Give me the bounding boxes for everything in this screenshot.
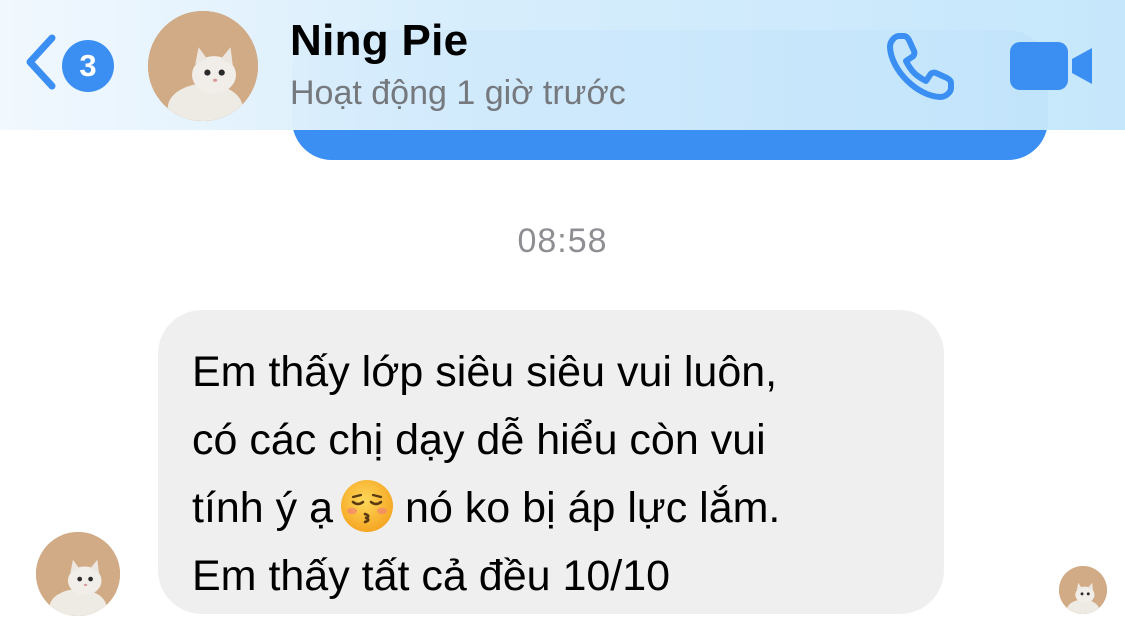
message-line: có các chị dạy dễ hiểu còn vui — [192, 416, 766, 464]
cat-avatar-image — [148, 11, 258, 121]
message-timestamp: 08:58 — [517, 222, 608, 260]
message-line: tính ý ạ nó ko bị áp lực lắm. — [192, 474, 910, 542]
kissing-face-with-closed-eyes-icon — [339, 478, 395, 534]
unread-count-badge: 3 — [62, 40, 114, 92]
video-camera-icon — [1010, 42, 1092, 90]
chat-screen: 3 Ning Pie Hoạt động 1 giờ trước 08:58 E… — [0, 0, 1125, 641]
cat-avatar-image — [1059, 566, 1107, 614]
chevron-left-icon — [26, 34, 56, 90]
message-text: nó ko bị áp lực lắm. — [405, 484, 781, 532]
incoming-message-bubble[interactable]: Em thấy lớp siêu siêu vui luôn, có các c… — [158, 310, 944, 614]
contact-status: Hoạt động 1 giờ trước — [290, 74, 626, 112]
message-text: tính ý ạ — [192, 484, 334, 532]
message-line: Em thấy lớp siêu siêu vui luôn, — [192, 348, 778, 396]
contact-avatar[interactable] — [148, 11, 258, 121]
cat-avatar-image — [36, 532, 120, 616]
contact-name[interactable]: Ning Pie — [290, 16, 468, 66]
message-line: Em thấy tất cả đều 10/10 — [192, 552, 671, 600]
video-call-button[interactable] — [1008, 36, 1096, 96]
seen-indicator-avatar — [1059, 566, 1107, 614]
sender-avatar[interactable] — [36, 532, 120, 616]
chat-header: 3 Ning Pie Hoạt động 1 giờ trước — [0, 0, 1125, 130]
voice-call-button[interactable] — [885, 30, 957, 102]
phone-icon — [887, 33, 954, 100]
back-button[interactable]: 3 — [22, 30, 122, 94]
